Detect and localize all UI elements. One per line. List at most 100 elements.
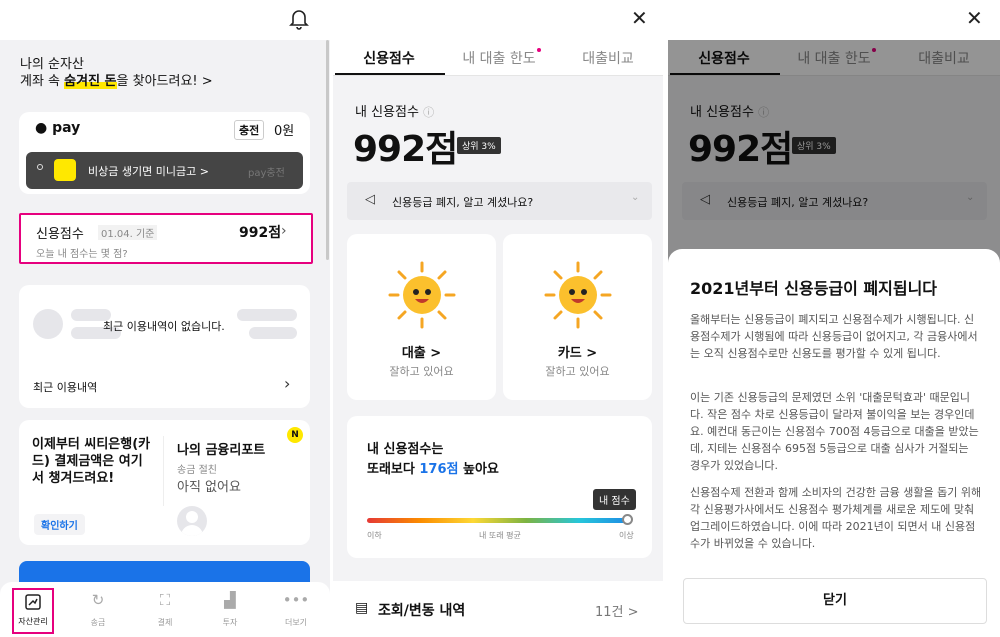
modal-paragraph: 신용점수제 전환과 함께 소비자의 건강한 금융 생활을 돕기 위해 각 신용평… bbox=[690, 486, 982, 550]
history-row[interactable]: ▤ 조회/변동 내역 11건 > bbox=[333, 581, 663, 637]
net-worth-link-suffix: 을 찾아드려요! > bbox=[116, 74, 213, 89]
credit-sub: 오늘 내 점수는 몇 점? bbox=[36, 249, 128, 260]
chevron-down-icon: ⌄ bbox=[631, 192, 640, 203]
card-sub: 잘하고 있어요 bbox=[545, 365, 610, 378]
nav-assets[interactable]: 자산관리 bbox=[12, 588, 54, 634]
new-badge: N bbox=[287, 427, 303, 443]
megaphone-icon: ◁ bbox=[365, 192, 375, 207]
compare-suffix: 높아요 bbox=[458, 462, 499, 477]
compare-value: 176점 bbox=[419, 462, 459, 477]
peer-compare-card: 내 신용점수는 또래보다 176점 높아요 내 점수 이하 내 또래 평균 이상 bbox=[347, 416, 652, 558]
confirm-button[interactable]: 확인하기 bbox=[34, 514, 85, 535]
chevron-right-icon: › bbox=[281, 223, 287, 239]
pay-charge-badge: pay충전 bbox=[248, 168, 285, 179]
help-icon[interactable]: ⓘ bbox=[423, 106, 434, 119]
modal-paragraph: 올해부터는 신용등급이 폐지되고 신용점수제가 시행됩니다. 신용점수제가 시행… bbox=[690, 313, 978, 360]
mini-safe-banner[interactable]: 비상금 생기면 미니금고 > pay충전 bbox=[26, 152, 303, 189]
report-value: 아직 없어요 bbox=[177, 480, 241, 495]
pay-card[interactable]: ● pay 충전 0원 비상금 생기면 미니금고 > pay충전 bbox=[19, 112, 310, 194]
nav-more[interactable]: ••• 더보기 bbox=[276, 591, 316, 628]
top-bar bbox=[0, 0, 330, 40]
bar-chart-icon: ▟ bbox=[224, 591, 236, 609]
my-score-label: 내 신용점수 ⓘ bbox=[355, 101, 434, 120]
history-label: 조회/변동 내역 bbox=[378, 603, 466, 619]
recent-card: 최근 이용내역이 없습니다. 최근 이용내역 › bbox=[19, 285, 310, 408]
modal-paragraph: 이는 기존 신용등급의 문제였던 소위 '대출문턱효과' 때문입니다. 작은 점… bbox=[690, 391, 979, 472]
asset-panel: 나의 순자산 계좌 속 숨겨진 돈을 찾아드려요! > ● pay 충전 0원 … bbox=[0, 0, 330, 637]
close-icon[interactable]: ✕ bbox=[631, 6, 648, 30]
tab-loan-compare[interactable]: 대출비교 bbox=[553, 48, 663, 68]
card-title: 카드 > bbox=[557, 346, 598, 361]
bar-label-avg: 내 또래 평균 bbox=[479, 531, 521, 540]
report-title[interactable]: 나의 금융리포트 bbox=[177, 439, 265, 458]
credit-score-value: 992점 bbox=[239, 225, 282, 241]
credit-score-card[interactable]: 신용점수 01.04. 기준 992점 › 오늘 내 점수는 몇 점? bbox=[19, 213, 313, 264]
promo-text: 이제부터 씨티은행(카드) 결제금액은 여기서 챙겨드려요! bbox=[32, 437, 151, 486]
scrollbar[interactable] bbox=[326, 40, 329, 260]
modal-sheet: 2021년부터 신용등급이 폐지됩니다 올해부터는 신용등급이 폐지되고 신용점… bbox=[668, 249, 1000, 637]
sun-icon bbox=[387, 260, 457, 330]
net-worth-link[interactable]: 계좌 속 숨겨진 돈을 찾아드려요! > bbox=[20, 70, 213, 89]
pay-logo-text: pay bbox=[52, 120, 81, 136]
placeholder-line bbox=[249, 327, 297, 339]
chevron-right-icon[interactable]: › bbox=[284, 374, 290, 393]
promo-report-card: 이제부터 씨티은행(카드) 결제금액은 여기서 챙겨드려요! 확인하기 나의 금… bbox=[19, 420, 310, 545]
credit-label: 신용점수 bbox=[36, 227, 84, 242]
mini-safe-text: 비상금 생기면 미니금고 > bbox=[88, 165, 209, 178]
nav-pay[interactable]: ⛶ 결제 bbox=[145, 591, 185, 628]
bar-label-low: 이하 bbox=[367, 531, 382, 540]
sun-icon bbox=[543, 260, 613, 330]
nav-label: 투자 bbox=[222, 618, 238, 627]
rank-badge: 상위 3% bbox=[457, 137, 501, 154]
nav-label: 결제 bbox=[157, 618, 173, 627]
charge-button[interactable]: 충전 bbox=[234, 120, 265, 140]
more-icon: ••• bbox=[282, 591, 310, 609]
loan-sub: 잘하고 있어요 bbox=[389, 365, 454, 378]
bell-icon[interactable] bbox=[289, 8, 309, 30]
refresh-icon: ↻ bbox=[91, 591, 105, 609]
compare-prefix: 또래보다 bbox=[367, 462, 420, 477]
tab-indicator bbox=[335, 73, 445, 75]
new-dot bbox=[537, 48, 541, 52]
placeholder-avatar bbox=[33, 309, 63, 339]
chart-up-icon bbox=[25, 594, 41, 610]
safe-icon bbox=[54, 159, 76, 181]
net-worth-link-highlight: 숨겨진 돈 bbox=[64, 74, 117, 89]
recent-link[interactable]: 최근 이용내역 bbox=[33, 379, 97, 395]
credit-date: 01.04. 기준 bbox=[98, 225, 158, 240]
nav-label: 자산관리 bbox=[18, 617, 48, 626]
avatar bbox=[177, 506, 207, 536]
loan-title: 대출 > bbox=[401, 346, 442, 361]
history-count: 11건 > bbox=[595, 605, 639, 620]
score-gradient-bar bbox=[367, 518, 632, 523]
nav-label: 송금 bbox=[90, 618, 106, 627]
close-icon[interactable]: ✕ bbox=[966, 6, 983, 30]
compare-line2: 또래보다 176점 높아요 bbox=[367, 458, 499, 477]
loan-card[interactable]: 대출 > 잘하고 있어요 bbox=[347, 234, 496, 400]
score-value: 992점 bbox=[353, 129, 458, 170]
notice-banner[interactable]: ◁ 신용등급 폐지, 알고 계셨나요? ⌄ bbox=[347, 182, 652, 220]
divider bbox=[163, 436, 164, 506]
placeholder-line bbox=[237, 309, 297, 321]
score-marker bbox=[622, 514, 633, 525]
recent-empty-text: 최근 이용내역이 없습니다. bbox=[103, 320, 225, 333]
dot-icon bbox=[37, 164, 43, 170]
tab-bar: 신용점수 내 대출 한도 대출비교 bbox=[333, 40, 663, 76]
bar-label-high: 이상 bbox=[619, 531, 634, 540]
net-worth-link-prefix: 계좌 속 bbox=[20, 74, 65, 89]
tab-credit-score[interactable]: 신용점수 bbox=[333, 48, 445, 68]
nav-transfer[interactable]: ↻ 송금 bbox=[78, 591, 118, 628]
top-bar bbox=[668, 0, 1000, 40]
credit-panel: ✕ 신용점수 내 대출 한도 대출비교 내 신용점수 ⓘ 992점 상위 3% … bbox=[333, 0, 663, 637]
scan-icon: ⛶ bbox=[159, 591, 171, 609]
my-score-tooltip: 내 점수 bbox=[593, 489, 636, 510]
notice-text: 신용등급 폐지, 알고 계셨나요? bbox=[392, 196, 534, 209]
nav-invest[interactable]: ▟ 투자 bbox=[210, 591, 250, 628]
card-card[interactable]: 카드 > 잘하고 있어요 bbox=[503, 234, 652, 400]
list-icon: ▤ bbox=[355, 600, 369, 616]
report-sub: 송금 절친 bbox=[177, 465, 217, 476]
top-bar bbox=[333, 0, 663, 40]
nav-label: 더보기 bbox=[284, 618, 308, 627]
close-button[interactable]: 닫기 bbox=[683, 578, 987, 624]
my-score-label-text: 내 신용점수 bbox=[355, 105, 419, 120]
